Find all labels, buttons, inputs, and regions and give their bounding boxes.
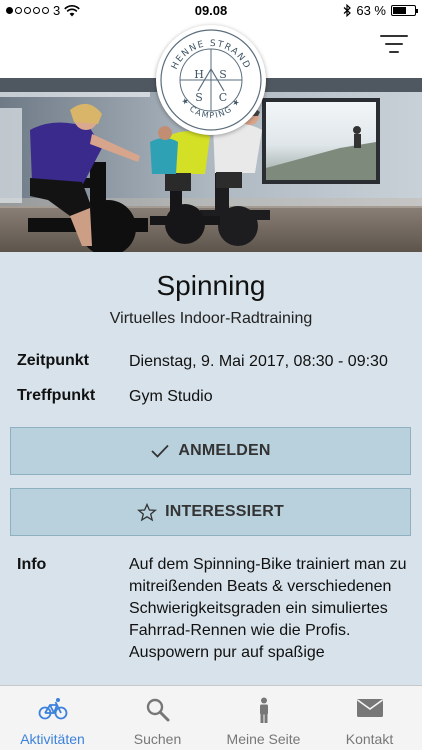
filter-menu-button[interactable] bbox=[380, 32, 410, 56]
tab-activities[interactable]: Aktivitäten bbox=[0, 686, 105, 750]
tab-activities-label: Aktivitäten bbox=[20, 731, 85, 747]
mail-icon bbox=[356, 699, 383, 717]
tab-search[interactable]: Suchen bbox=[105, 686, 210, 750]
camping-logo[interactable]: HENNE STRAND ★ CAMPING ★ H S S C bbox=[156, 25, 266, 135]
star-icon bbox=[137, 502, 158, 521]
tab-contact-label: Kontakt bbox=[345, 731, 394, 747]
person-icon bbox=[259, 697, 268, 723]
tab-contact[interactable]: Kontakt bbox=[317, 686, 422, 750]
svg-text:S: S bbox=[195, 91, 203, 104]
status-bar: 3 09.08 63 % bbox=[0, 0, 422, 22]
register-button[interactable]: ANMELDEN bbox=[10, 427, 411, 475]
bicycle-icon bbox=[38, 698, 67, 720]
tab-my-page-label: Meine Seite bbox=[226, 731, 301, 747]
register-button-label: ANMELDEN bbox=[178, 442, 271, 459]
tab-search-label: Suchen bbox=[133, 731, 182, 747]
interested-button-label: INTERESSIERT bbox=[165, 503, 284, 520]
checkmark-icon bbox=[151, 444, 170, 458]
interested-button[interactable]: INTERESSIERT bbox=[10, 488, 411, 536]
svg-text:C: C bbox=[219, 91, 227, 104]
place-value: Gym Studio bbox=[129, 388, 213, 405]
info-label: Info bbox=[17, 556, 47, 573]
time-label: Zeitpunkt bbox=[17, 352, 89, 369]
battery-icon bbox=[391, 5, 418, 16]
tab-bar: Aktivitäten Suchen Meine Seite Kontakt bbox=[0, 685, 422, 750]
svg-text:S: S bbox=[219, 68, 227, 81]
info-text: Auf dem Spinning-Bike trainiert man zu m… bbox=[129, 556, 407, 661]
battery-percent: 63 % bbox=[356, 3, 386, 18]
search-icon bbox=[146, 698, 169, 722]
status-right: 63 % bbox=[343, 3, 418, 18]
svg-text:H: H bbox=[194, 68, 204, 81]
event-title: Spinning bbox=[156, 270, 266, 301]
bluetooth-icon bbox=[343, 4, 352, 17]
tab-my-page[interactable]: Meine Seite bbox=[211, 686, 316, 750]
event-subtitle: Virtuelles Indoor-Radtraining bbox=[109, 310, 313, 327]
place-label: Treffpunkt bbox=[17, 387, 96, 404]
time-value: Dienstag, 9. Mai 2017, 08:30 - 09:30 bbox=[129, 353, 388, 370]
